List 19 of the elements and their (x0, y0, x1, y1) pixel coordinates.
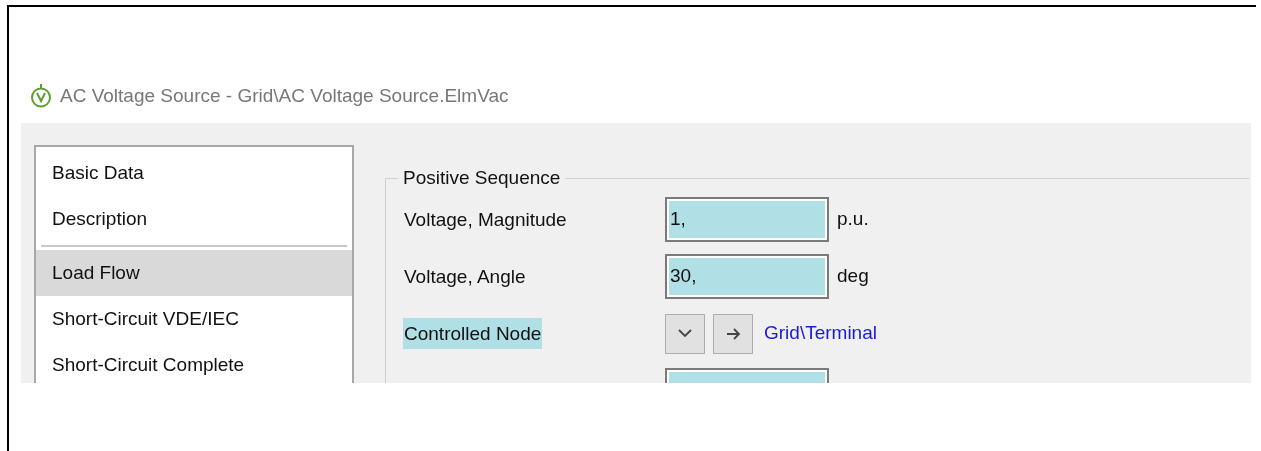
unit-label: deg (837, 264, 869, 289)
category-item[interactable]: Load Flow (36, 250, 352, 296)
node-link[interactable]: Grid\Terminal (764, 319, 877, 348)
window-title: AC Voltage Source - Grid\AC Voltage Source.ElmVac (60, 83, 509, 108)
category-item[interactable]: Short-Circuit VDE/IEC (36, 296, 352, 342)
voltage-source-icon (30, 84, 52, 108)
category-item[interactable]: Description (36, 196, 352, 242)
unit-label: p.u. (837, 207, 869, 232)
dropdown-button[interactable] (665, 313, 705, 354)
category-item[interactable]: Basic Data (36, 150, 352, 196)
arrow-right-icon (725, 327, 741, 340)
field-label: Voltage, Magnitude (403, 208, 568, 232)
input-field[interactable]: 1, (665, 197, 829, 242)
category-item[interactable]: Short-Circuit Complete (36, 342, 352, 383)
chevron-down-icon (678, 329, 692, 338)
jump-button[interactable] (713, 313, 753, 354)
field-label: Voltage, Angle (403, 265, 527, 289)
field-label: Controlled Node (403, 318, 543, 349)
input-field[interactable]: 30, (665, 254, 829, 299)
